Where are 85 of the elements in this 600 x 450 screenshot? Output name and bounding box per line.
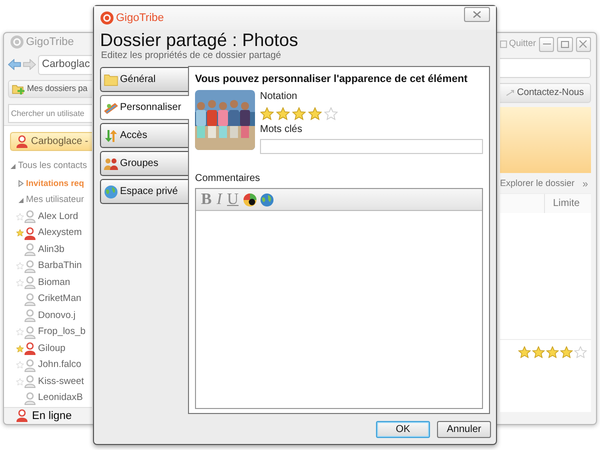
star-icon [518, 346, 531, 359]
contact-item[interactable]: Alex Lord [10, 208, 92, 225]
dialog-button[interactable]: Annuler [437, 420, 491, 438]
back-button[interactable] [8, 59, 21, 70]
contact-item[interactable]: John.falco [10, 357, 92, 374]
empty-star-icon [324, 107, 338, 121]
star-icon [276, 107, 290, 121]
empty-star-icon [16, 212, 24, 221]
close-icon [579, 40, 588, 48]
dialog-button[interactable]: OK [376, 420, 430, 438]
folder-add-icon [12, 82, 25, 95]
empty-star-icon [16, 278, 24, 287]
contact-button[interactable]: Contactez-Nous [500, 83, 591, 103]
empty-star-icon [16, 328, 24, 336]
back-arrow-icon [8, 59, 21, 70]
tab[interactable]: Personnaliser [100, 95, 189, 120]
brush-icon [104, 100, 118, 114]
contact-item[interactable]: BarbaThin [10, 258, 92, 274]
minimize-icon [542, 43, 551, 45]
contact-item[interactable]: Kiss-sweet [10, 374, 92, 390]
user-icon [16, 409, 28, 422]
tab[interactable]: Espace privé [100, 179, 188, 204]
star-icon [16, 344, 24, 353]
bold-button[interactable]: B [200, 192, 213, 208]
forward-button[interactable] [23, 59, 36, 70]
empty-star-icon [16, 262, 24, 270]
star-icon [308, 107, 322, 121]
panel-heading: Vous pouvez personnaliser l'apparence de cet élément [195, 73, 468, 86]
star-icon [532, 346, 545, 359]
underline-button[interactable]: U [226, 192, 240, 208]
italic-button[interactable]: I [216, 192, 223, 208]
folders-button[interactable]: Mes dossiers pa [8, 80, 92, 98]
star-icon [260, 107, 274, 121]
star-icon [292, 107, 306, 121]
tree-item[interactable]: Mes utilisateur [10, 192, 92, 208]
maximize-icon [561, 40, 569, 48]
arrow-icon [506, 90, 514, 96]
close-button[interactable] [576, 36, 591, 52]
tab[interactable]: Accès [100, 123, 188, 148]
close-button[interactable] [464, 6, 490, 22]
user-icon [16, 134, 28, 148]
contact-item[interactable]: LeonidaxB [10, 390, 92, 406]
contact-item[interactable]: Bioman [10, 274, 92, 291]
maximize-button[interactable] [557, 36, 573, 52]
contact-item[interactable]: Donovo.j [10, 308, 92, 324]
arrows-icon [104, 128, 118, 142]
address-field[interactable] [500, 58, 591, 78]
globe-icon [104, 184, 118, 198]
globe-icon [260, 192, 274, 206]
logo: GigoTribe [10, 34, 74, 51]
forward-arrow-icon [23, 59, 36, 70]
logo-icon [100, 11, 114, 25]
tab[interactable]: Groupes [100, 151, 188, 176]
explore-button[interactable]: Explorer le dossier [500, 177, 575, 191]
close-icon [473, 10, 481, 18]
contact-item[interactable]: Alexystem [10, 225, 92, 242]
search-field[interactable]: Chercher un utilisate [8, 104, 92, 122]
star-icon [16, 229, 24, 238]
star-icon [560, 346, 573, 359]
dialog-subtitle: Editez les propriétés de ce dossier partagé [100, 50, 282, 61]
folder-icon [104, 72, 118, 86]
more-button[interactable]: » [582, 176, 588, 192]
color-button[interactable] [242, 192, 257, 206]
dialog-title: Dossier partagé : Photos [99, 30, 298, 50]
address-field[interactable]: Carboglac [38, 54, 92, 75]
logo: GigoTribe [100, 10, 164, 26]
current-user-item[interactable]: Carboglace - [10, 132, 92, 150]
empty-star-icon [16, 361, 24, 370]
rating-label: Notation [260, 91, 298, 103]
star-icon [546, 346, 559, 359]
contact-item[interactable]: CriketMan [10, 291, 92, 308]
empty-star-icon [16, 378, 24, 386]
color-wheel-icon [242, 192, 257, 206]
keywords-label: Mots clés [260, 124, 302, 136]
comments-label: Commentaires [195, 173, 260, 185]
logo-icon [10, 35, 24, 50]
tab[interactable]: Général [100, 67, 188, 92]
contact-item[interactable]: Alin3b [10, 242, 92, 258]
keywords-field[interactable] [260, 139, 483, 154]
contact-item[interactable]: Frop_los_b [10, 324, 92, 340]
contact-item[interactable]: Giloup [10, 340, 92, 357]
group-icon [104, 156, 118, 170]
minimize-button[interactable] [539, 36, 554, 52]
status-button[interactable]: En ligne [16, 408, 72, 424]
tree-item[interactable]: Tous les contacts [10, 158, 92, 174]
